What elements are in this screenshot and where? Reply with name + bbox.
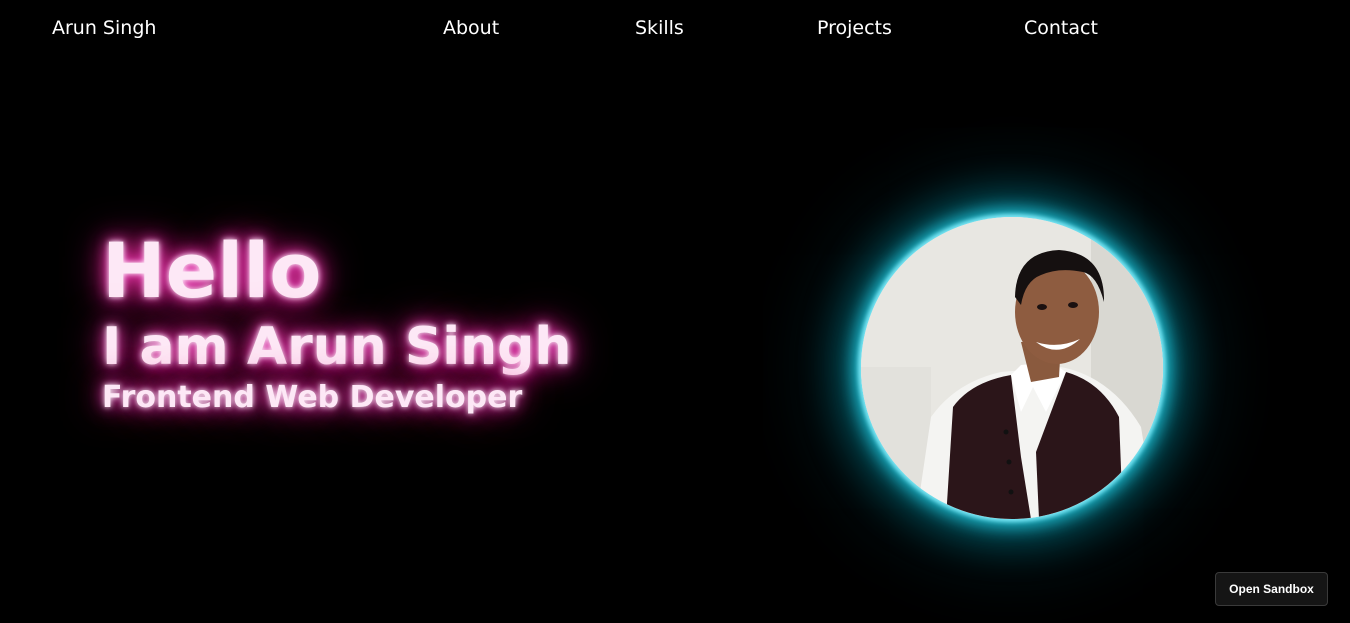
nav-link-contact[interactable]: Contact (1024, 15, 1098, 41)
hero-role: Frontend Web Developer (102, 380, 523, 415)
person-photo-icon (861, 217, 1163, 519)
nav-link-skills[interactable]: Skills (635, 15, 684, 41)
hero-intro: Hello I am Arun Singh Frontend Web Devel… (102, 226, 622, 418)
top-navbar: Arun Singh About Skills Projects Contact (0, 0, 1350, 56)
hero-name: I am Arun Singh (102, 317, 572, 377)
portfolio-page: Arun Singh About Skills Projects Contact… (0, 0, 1350, 623)
nav-link-projects[interactable]: Projects (817, 15, 892, 41)
brand-link[interactable]: Arun Singh (52, 15, 156, 41)
open-sandbox-button[interactable]: Open Sandbox (1215, 572, 1328, 606)
profile-photo (861, 217, 1163, 519)
hero-greeting: Hello (102, 226, 322, 315)
nav-link-about[interactable]: About (443, 15, 499, 41)
